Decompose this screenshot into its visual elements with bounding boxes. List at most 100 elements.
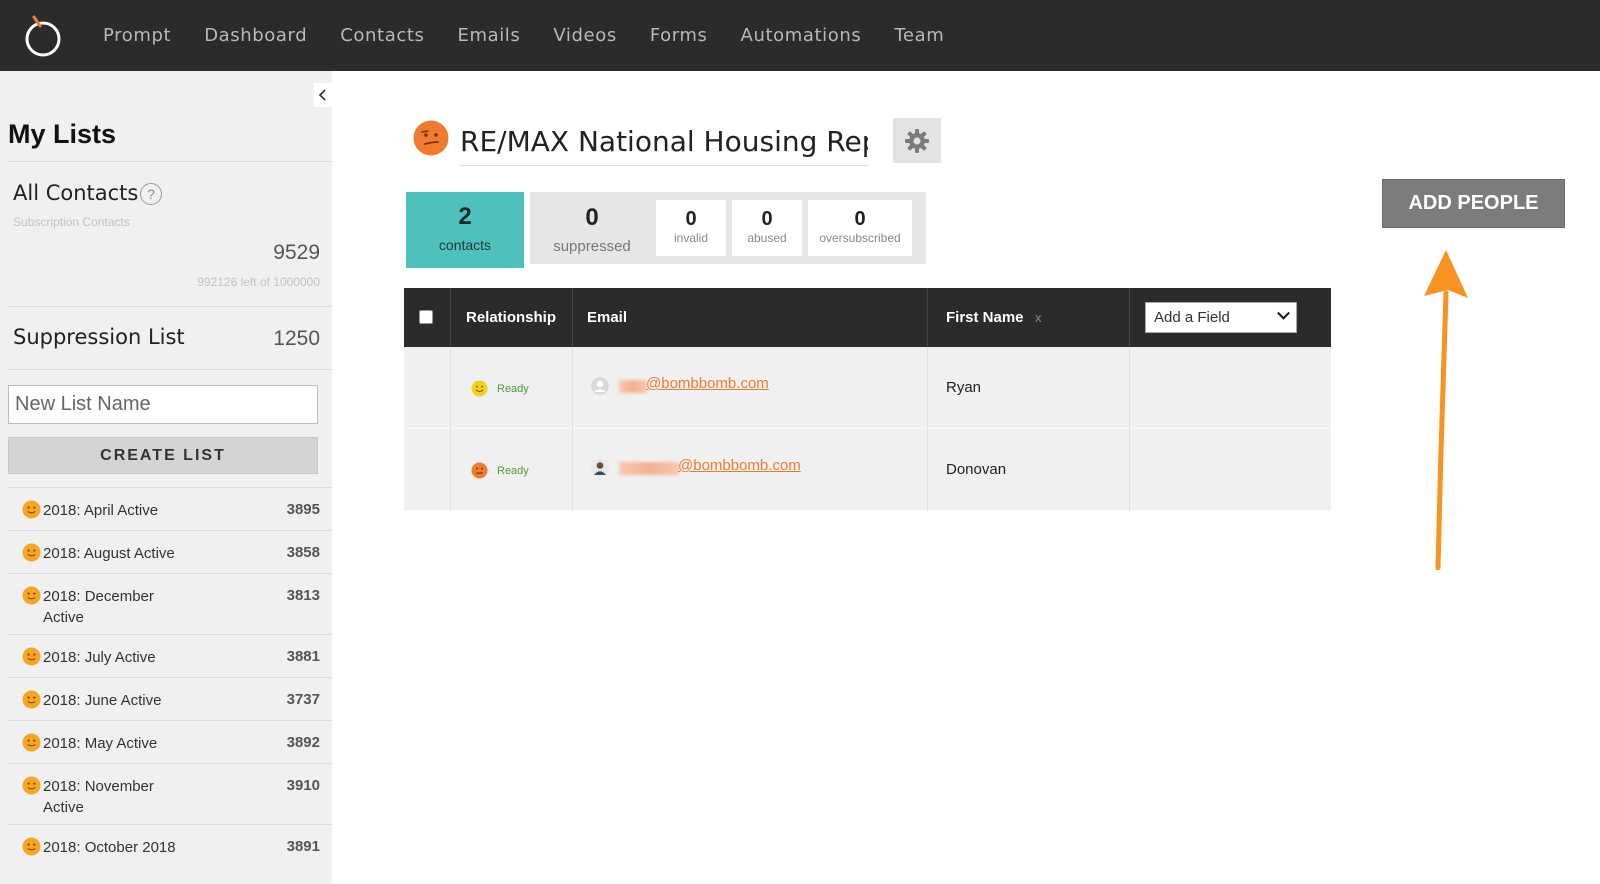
list-item-count: 3813 — [286, 587, 320, 604]
list-settings-button[interactable] — [893, 118, 941, 163]
list-item[interactable]: 2018: October 2018 3891 — [8, 824, 332, 867]
nav-forms[interactable]: Forms — [650, 25, 708, 46]
column-divider — [572, 288, 573, 347]
add-field-select-value: Add a Field — [1154, 309, 1230, 326]
all-contacts-count: 9529 — [273, 241, 320, 264]
invalid-label: invalid — [673, 231, 709, 245]
chevron-left-icon — [318, 89, 326, 101]
oversubscribed-label: oversubscribed — [819, 231, 901, 245]
select-all-checkbox[interactable] — [419, 310, 433, 324]
nav-prompt[interactable]: Prompt — [103, 25, 171, 46]
sidebar-title: My Lists — [8, 119, 117, 149]
suppression-stats: 0 suppressed 0 invalid 0 abused 0 oversu… — [530, 192, 926, 264]
nav-emails[interactable]: Emails — [457, 25, 520, 46]
contacts-remaining: 992126 left of 1000000 — [197, 275, 320, 289]
divider — [8, 369, 332, 370]
nav-automations[interactable]: Automations — [741, 25, 862, 46]
invalid-stat[interactable]: 0 invalid — [656, 200, 726, 256]
smiley-face-icon — [22, 733, 41, 752]
invalid-count: 0 — [685, 208, 697, 230]
abused-label: abused — [747, 231, 787, 245]
abused-stat[interactable]: 0 abused — [732, 200, 802, 256]
relationship-column-header[interactable]: Relationship — [466, 288, 556, 347]
remove-column-button[interactable]: x — [1035, 288, 1042, 347]
email-link[interactable]: @bombbomb.com — [678, 457, 801, 474]
list-item-count: 3737 — [286, 691, 320, 708]
first-name-column-header[interactable]: First Name — [946, 288, 1024, 347]
smiley-face-icon — [22, 837, 41, 856]
column-divider — [572, 429, 573, 511]
lists-sidebar: My Lists All Contacts ? Subscription Con… — [0, 71, 332, 884]
suppressed-stat[interactable]: 0 suppressed — [530, 192, 654, 264]
contacts-table: Relationship Email First Name x Add a Fi… — [404, 288, 1331, 511]
column-divider — [1129, 347, 1130, 429]
list-item-label: 2018: May Active — [43, 735, 158, 752]
list-items: 2018: April Active 3895 2018: August Act… — [8, 487, 332, 867]
smiley-face-icon — [22, 690, 41, 709]
list-item[interactable]: 2018: November Active 3910 — [8, 763, 332, 824]
all-contacts-link[interactable]: All Contacts — [13, 181, 138, 205]
suppression-list-link[interactable]: Suppression List — [13, 325, 185, 349]
bombbomb-logo-icon[interactable] — [22, 14, 64, 58]
smiley-face-icon — [22, 543, 41, 562]
list-item[interactable]: 2018: December Active 3813 — [8, 573, 332, 634]
contacts-count: 2 — [458, 203, 472, 230]
suppression-count: 1250 — [273, 327, 320, 350]
new-list-name-input[interactable] — [8, 385, 318, 424]
list-item-count: 3891 — [286, 838, 320, 855]
column-divider — [1129, 429, 1130, 511]
redacted-email-text — [619, 462, 679, 475]
column-divider — [927, 288, 928, 347]
user-photo-avatar — [591, 459, 609, 477]
relationship-status: Ready — [497, 465, 529, 477]
nav-contacts[interactable]: Contacts — [340, 25, 424, 46]
divider — [8, 161, 332, 162]
smiley-face-icon — [22, 500, 41, 519]
collapse-sidebar-button[interactable] — [314, 83, 332, 107]
email-link[interactable]: @bombbomb.com — [646, 375, 769, 392]
default-avatar-icon — [591, 377, 609, 395]
column-divider — [1129, 288, 1130, 347]
divider — [8, 306, 332, 307]
first-name-cell: Donovan — [946, 461, 1007, 478]
redacted-email-text — [619, 380, 647, 393]
skeptical-face-icon — [471, 462, 488, 479]
relationship-status: Ready — [497, 383, 529, 395]
list-stats: 2 contacts 0 suppressed 0 invalid 0 abus… — [406, 192, 926, 268]
chevron-down-icon — [1277, 306, 1290, 320]
suppressed-label: suppressed — [553, 238, 631, 255]
first-name-cell: Ryan — [946, 379, 982, 396]
list-item-count: 3895 — [286, 501, 320, 518]
nav-team[interactable]: Team — [894, 25, 944, 46]
oversubscribed-count: 0 — [854, 208, 866, 230]
table-row[interactable]: Ready @bombbomb.com Ryan — [404, 347, 1331, 429]
list-item[interactable]: 2018: June Active 3737 — [8, 677, 332, 720]
subscription-contacts-label: Subscription Contacts — [13, 215, 130, 229]
table-header: Relationship Email First Name x Add a Fi… — [404, 288, 1331, 347]
table-row[interactable]: Ready @bombbomb.com Donovan — [404, 429, 1331, 511]
list-item-label: 2018: November Active — [43, 778, 154, 816]
list-item-count: 3892 — [286, 734, 320, 751]
list-item[interactable]: 2018: April Active 3895 — [8, 487, 332, 530]
contacts-stat[interactable]: 2 contacts — [406, 192, 524, 268]
list-item-label: 2018: April Active — [43, 502, 159, 519]
list-item-count: 3881 — [286, 648, 320, 665]
add-people-button[interactable]: ADD PEOPLE — [1382, 179, 1565, 228]
list-title-field[interactable]: RE/MAX National Housing Repc — [460, 122, 868, 166]
email-column-header[interactable]: Email — [587, 288, 627, 347]
create-list-button[interactable]: CREATE LIST — [8, 437, 318, 474]
add-field-select[interactable]: Add a Field — [1145, 302, 1297, 333]
nav-videos[interactable]: Videos — [553, 25, 616, 46]
smiley-face-icon — [22, 586, 41, 605]
help-icon[interactable]: ? — [140, 183, 162, 205]
list-item-label: 2018: December Active — [43, 588, 154, 626]
oversubscribed-stat[interactable]: 0 oversubscribed — [808, 200, 912, 256]
list-item[interactable]: 2018: May Active 3892 — [8, 720, 332, 763]
list-relationship-face-icon[interactable] — [413, 120, 449, 156]
column-divider — [450, 429, 451, 511]
list-item[interactable]: 2018: July Active 3881 — [8, 634, 332, 677]
smiley-face-icon — [22, 776, 41, 795]
nav-dashboard[interactable]: Dashboard — [204, 25, 307, 46]
happy-face-icon — [471, 380, 488, 397]
list-item[interactable]: 2018: August Active 3858 — [8, 530, 332, 573]
